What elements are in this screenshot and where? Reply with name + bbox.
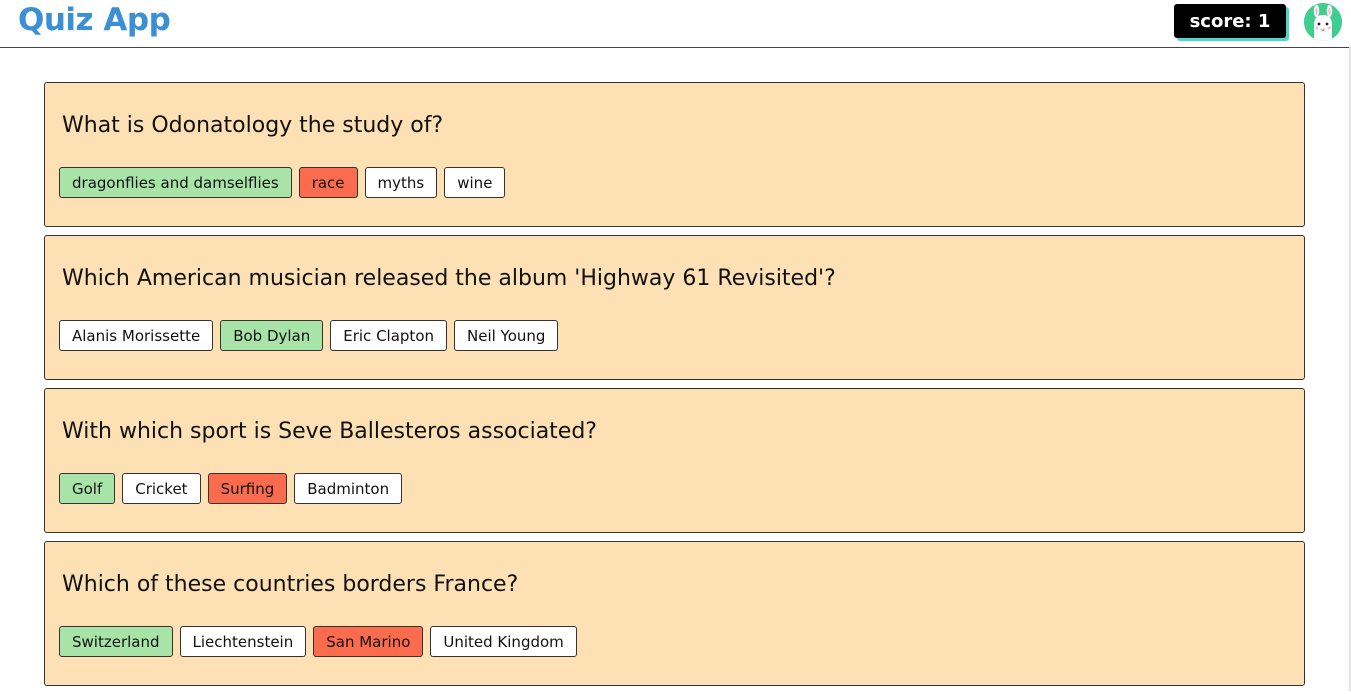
answer-button[interactable]: Neil Young — [454, 320, 559, 351]
question-text: Which American musician released the alb… — [62, 266, 836, 291]
answer-button[interactable]: Liechtenstein — [179, 626, 307, 657]
answer-button[interactable]: Eric Clapton — [330, 320, 447, 351]
answer-button[interactable]: Bob Dylan — [220, 320, 324, 351]
question-text: With which sport is Seve Ballesteros ass… — [62, 419, 597, 444]
score-badge: score: 1 — [1174, 4, 1286, 38]
answer-button[interactable]: Switzerland — [59, 626, 173, 657]
answer-button[interactable]: Badminton — [294, 473, 403, 504]
answer-button[interactable]: Cricket — [122, 473, 201, 504]
answer-options: Switzerland Liechtenstein San Marino Uni… — [59, 626, 577, 657]
answer-button[interactable]: Surfing — [207, 473, 288, 504]
answer-options: dragonflies and damselflies race myths w… — [59, 167, 506, 198]
answer-button[interactable]: Alanis Morissette — [59, 320, 214, 351]
answer-button[interactable]: myths — [364, 167, 438, 198]
answer-button[interactable]: San Marino — [313, 626, 424, 657]
answer-button[interactable]: Golf — [59, 473, 116, 504]
question-card: What is Odonatology the study of? dragon… — [44, 82, 1305, 227]
question-card: Which of these countries borders France?… — [44, 541, 1305, 686]
app-header: Quiz App score: 1 — [0, 0, 1349, 48]
question-text: Which of these countries borders France? — [62, 572, 519, 597]
avatar[interactable] — [1304, 3, 1342, 41]
question-text: What is Odonatology the study of? — [62, 113, 444, 138]
answer-button[interactable]: race — [298, 167, 358, 198]
app-title: Quiz App — [18, 2, 171, 38]
answer-options: Alanis Morissette Bob Dylan Eric Clapton… — [59, 320, 559, 351]
answer-button[interactable]: United Kingdom — [430, 626, 577, 657]
question-card: With which sport is Seve Ballesteros ass… — [44, 388, 1305, 533]
question-list: What is Odonatology the study of? dragon… — [44, 82, 1305, 694]
question-card: Which American musician released the alb… — [44, 235, 1305, 380]
answer-button[interactable]: dragonflies and damselflies — [59, 167, 292, 198]
answer-options: Golf Cricket Surfing Badminton — [59, 473, 403, 504]
llama-avatar-icon — [1304, 3, 1342, 41]
answer-button[interactable]: wine — [444, 167, 506, 198]
